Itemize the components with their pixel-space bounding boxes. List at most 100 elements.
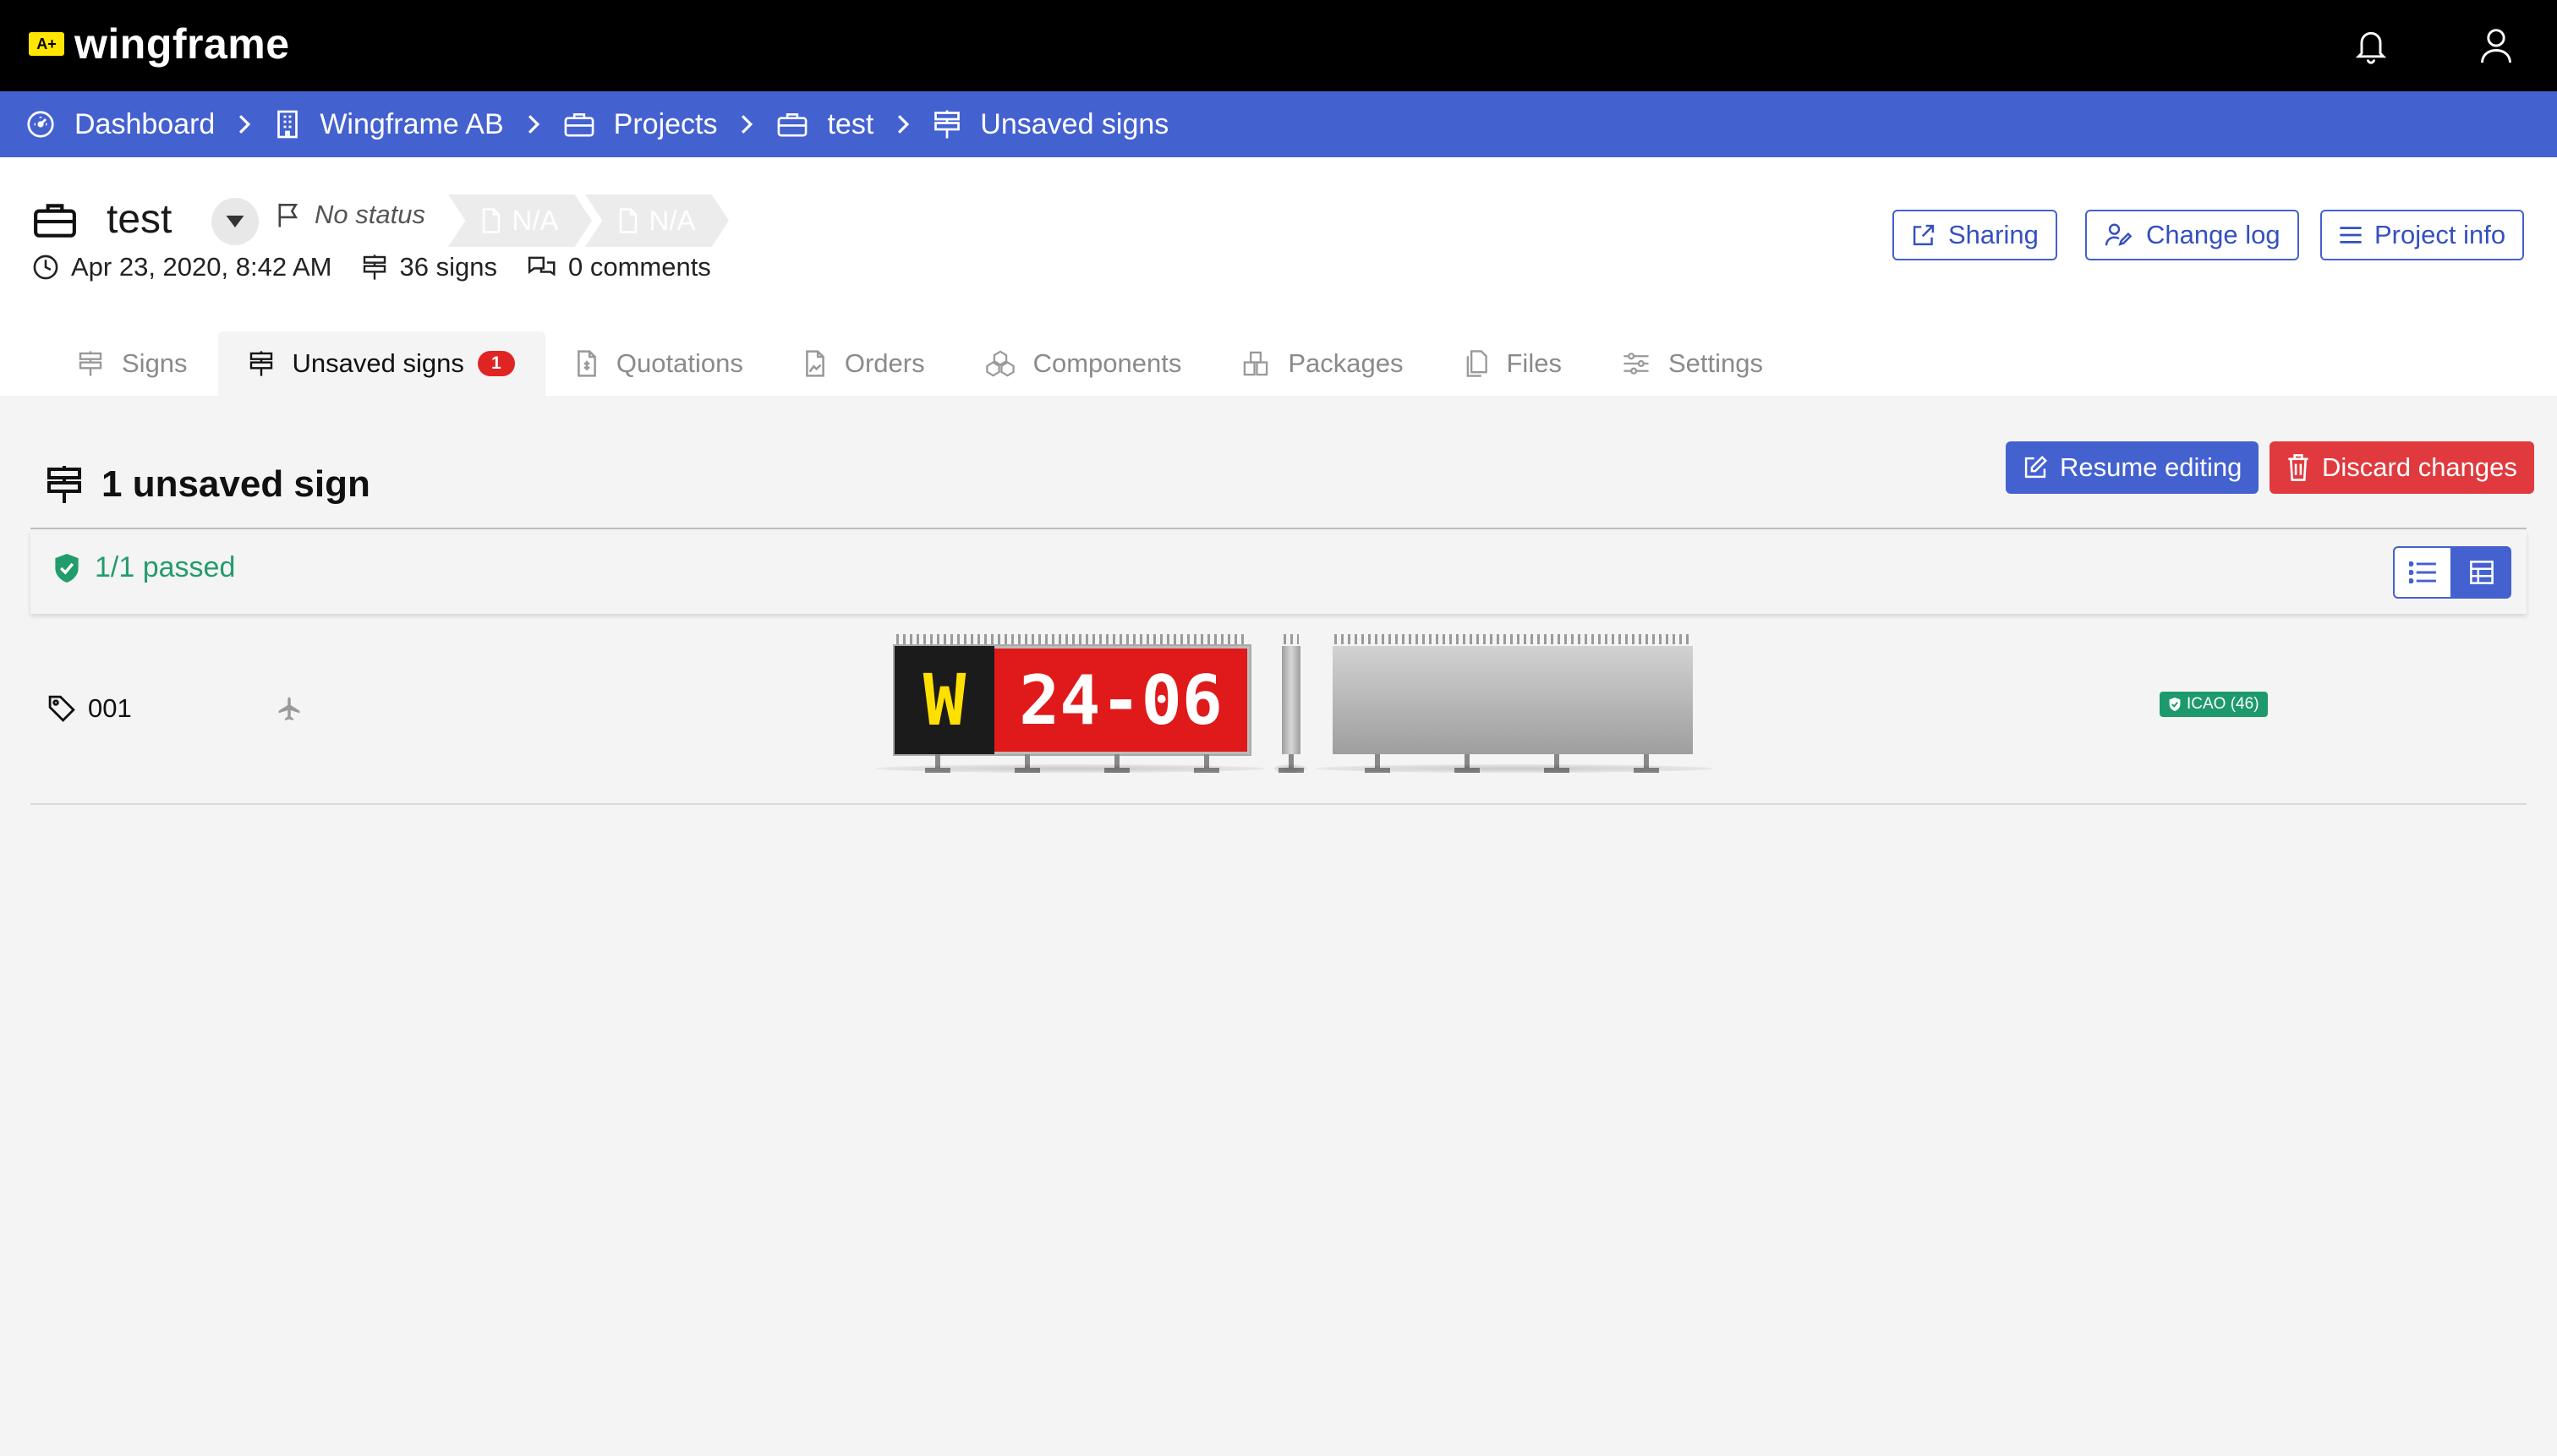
breadcrumb-company[interactable]: Wingframe AB (274, 107, 504, 141)
created-date: Apr 23, 2020, 8:42 AM (32, 252, 332, 282)
project-title: test (107, 197, 172, 242)
tab-label: Unsaved signs (292, 348, 464, 378)
tab-label: Components (1032, 348, 1182, 378)
tab-label: Packages (1288, 348, 1404, 378)
list-icon (2409, 561, 2436, 583)
project-tabs: Signs Unsaved signs 1 Quotations Orders … (47, 331, 1793, 396)
breadcrumb-label: Projects (613, 107, 718, 140)
briefcase-icon (776, 110, 808, 139)
icao-label: ICAO (46) (2187, 695, 2259, 713)
tab-settings[interactable]: Settings (1592, 331, 1793, 396)
date-label: Apr 23, 2020, 8:42 AM (71, 252, 332, 282)
building-icon (274, 109, 301, 140)
user-edit-icon (2104, 222, 2134, 248)
sharing-button[interactable]: Sharing (1892, 210, 2057, 260)
sign-side-view (1282, 646, 1300, 754)
briefcase-icon (563, 110, 595, 139)
edit-icon (2023, 455, 2048, 480)
breadcrumb-label: test (827, 107, 874, 140)
briefcase-icon (32, 200, 78, 240)
comments-icon (526, 254, 556, 281)
sign-id: 001 (47, 693, 132, 724)
breadcrumb-label: Unsaved signs (980, 107, 1169, 140)
breadcrumb: Dashboard Wingframe AB Projects test Uns… (0, 91, 2557, 157)
notifications-bell-icon[interactable] (2347, 22, 2395, 69)
breadcrumb-unsaved-signs[interactable]: Unsaved signs (933, 108, 1169, 141)
table-icon (2470, 561, 2494, 584)
logo-text: wingframe (74, 20, 290, 68)
tab-files[interactable]: Files (1434, 331, 1592, 396)
breadcrumb-label: Wingframe AB (320, 107, 504, 140)
icao-compliance-badge: ICAO (46) (2160, 692, 2268, 717)
sign-preview[interactable]: W 24-06 (876, 631, 1713, 783)
signs-count-label: 36 signs (399, 252, 497, 282)
share-icon (1911, 222, 1936, 248)
project-meta: Apr 23, 2020, 8:42 AM 36 signs 0 comment… (32, 252, 740, 282)
project-header: test No status N/A N/A Apr 23, 2020, 8:4… (0, 157, 2557, 396)
chevron-right-icon (739, 113, 754, 135)
tab-orders[interactable]: Orders (774, 331, 955, 396)
signpost-icon (933, 109, 961, 140)
divider (30, 528, 2527, 529)
unsaved-signs-title: 1 unsaved sign (46, 463, 370, 506)
passed-label: 1/1 passed (95, 551, 236, 583)
resume-editing-label: Resume editing (2060, 452, 2242, 482)
chevron-right-icon (237, 113, 252, 135)
comments-count-label: 0 comments (567, 252, 711, 282)
document-icon (481, 208, 501, 233)
project-status[interactable]: No status (276, 200, 425, 230)
change-log-button[interactable]: Change log (2085, 210, 2299, 260)
tab-packages[interactable]: Packages (1212, 331, 1433, 396)
shield-check-icon (2168, 697, 2182, 712)
resume-editing-button[interactable]: Resume editing (2006, 441, 2259, 494)
files-icon (1465, 350, 1488, 377)
project-menu-button[interactable] (211, 198, 259, 245)
project-info-label: Project info (2374, 220, 2506, 249)
tag-icon (47, 694, 76, 723)
sign-top-fringe (896, 634, 1248, 644)
validation-bar: 1/1 passed (30, 531, 2527, 614)
signpost-icon (361, 254, 388, 281)
discard-changes-button[interactable]: Discard changes (2270, 441, 2534, 494)
caret-down-icon (226, 216, 244, 227)
tab-quotations[interactable]: Quotations (545, 331, 774, 396)
change-log-label: Change log (2146, 220, 2280, 249)
sign-shadow (1273, 764, 1307, 773)
list-view-button[interactable] (2393, 546, 2452, 599)
comments-count[interactable]: 0 comments (526, 252, 711, 282)
user-profile-icon[interactable] (2472, 22, 2520, 69)
dashboard-icon (25, 109, 56, 140)
discard-changes-label: Discard changes (2322, 452, 2517, 482)
unsaved-count-badge: 1 (477, 351, 515, 376)
signs-count: 36 signs (361, 252, 497, 282)
signpost-icon (46, 464, 83, 505)
wingframe-logo[interactable]: A+ wingframe (29, 19, 290, 69)
tab-label: Files (1506, 348, 1562, 378)
top-navbar: A+ wingframe (0, 0, 2557, 91)
tab-label: Signs (122, 348, 188, 378)
breadcrumb-dashboard[interactable]: Dashboard (25, 108, 215, 141)
sign-shadow (876, 764, 1265, 773)
menu-lines-icon (2339, 225, 2363, 245)
project-info-button[interactable]: Project info (2320, 210, 2525, 260)
view-toggle (2393, 546, 2511, 599)
tab-unsaved-signs[interactable]: Unsaved signs 1 (217, 331, 545, 396)
order-tag: N/A (585, 194, 729, 247)
breadcrumb-projects[interactable]: Projects (563, 107, 718, 141)
breadcrumb-project[interactable]: test (776, 108, 873, 141)
tab-label: Orders (844, 348, 925, 378)
trash-icon (2286, 454, 2310, 481)
tag-label: N/A (649, 205, 696, 236)
clock-icon (32, 254, 59, 281)
invoice-icon (576, 350, 598, 377)
sign-back-panel (1333, 646, 1693, 754)
tab-components[interactable]: Components (955, 331, 1213, 396)
quotation-tag: N/A (448, 194, 592, 247)
tab-signs[interactable]: Signs (47, 331, 218, 396)
airplane-icon (276, 695, 303, 722)
table-view-button[interactable] (2452, 546, 2511, 599)
logo-badge: A+ (29, 32, 64, 56)
divider (30, 803, 2527, 805)
sign-shadow (1316, 764, 1713, 773)
tag-label: N/A (512, 205, 559, 236)
